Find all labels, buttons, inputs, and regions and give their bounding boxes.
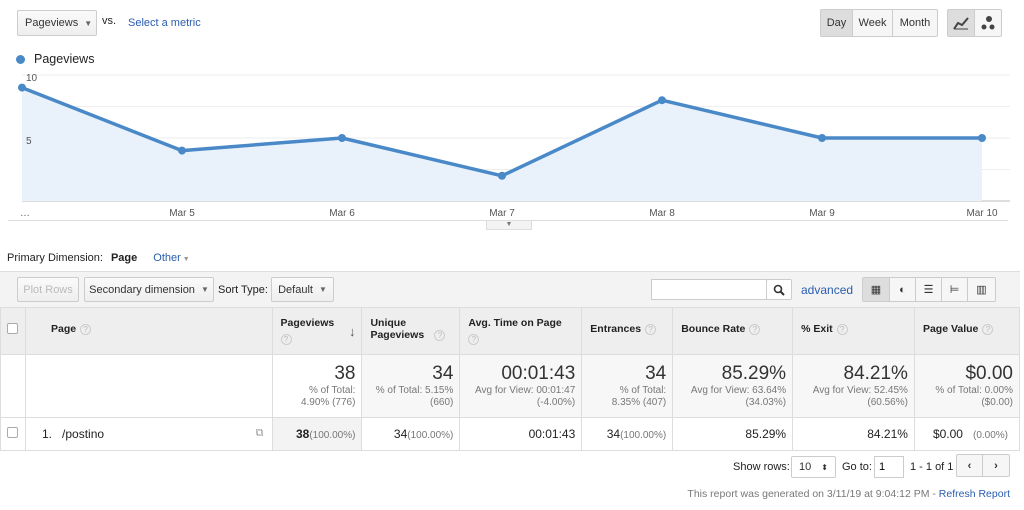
data-point	[498, 171, 506, 180]
dimension-other[interactable]: Other ▼	[153, 252, 189, 264]
header-page[interactable]: Page?	[24, 307, 273, 355]
open-page-icon[interactable]: ⧉	[256, 427, 264, 440]
x-tick-label: Mar 7	[489, 208, 515, 219]
report-generated: This report was generated on 3/11/19 at …	[687, 488, 1010, 500]
data-point	[18, 83, 26, 92]
primary-dimension: Primary Dimension: Page Other ▼	[7, 252, 190, 264]
help-icon[interactable]: ?	[468, 334, 480, 345]
period-toggle: Day Week Month	[820, 9, 938, 37]
total-pageviews: 38% of Total: 4.90% (776)	[271, 354, 363, 418]
day-button[interactable]: Day	[821, 10, 853, 36]
totals-row: 38% of Total: 4.90% (776) 34% of Total: 5…	[0, 354, 1021, 418]
data-point	[818, 134, 826, 142]
x-tick-label: Mar 6	[329, 208, 355, 219]
bar-icon[interactable]: ☰	[916, 278, 942, 301]
select-all-checkbox[interactable]	[7, 323, 18, 334]
data-table: Page? Pageviews? ↓ Unique Pageviews? Avg.…	[0, 307, 1021, 451]
pie-icon[interactable]: ◐	[890, 278, 916, 301]
total-bounce: 85.29% Avg for View: 63.64% (34.03%)	[672, 354, 794, 418]
sort-type-select[interactable]: Default ▼	[271, 277, 334, 302]
header-exit[interactable]: % Exit?	[792, 307, 915, 355]
x-tick-label: Mar 9	[809, 208, 835, 219]
header-pageviews[interactable]: Pageviews? ↓	[271, 307, 363, 355]
chevron-down-icon: ▼	[84, 18, 93, 28]
help-icon[interactable]: ?	[749, 324, 761, 335]
help-icon[interactable]: ?	[280, 334, 292, 345]
search-button[interactable]	[766, 279, 792, 300]
plot-rows-button[interactable]: Plot Rows	[17, 277, 79, 302]
total-entrances: 34% of Total: 8.35% (407)	[581, 354, 674, 418]
help-icon[interactable]: ?	[434, 330, 446, 341]
total-page-value: $0.00% of Total: 0.00% ($0.00)	[913, 354, 1021, 418]
motion-chart-icon[interactable]	[975, 10, 1001, 36]
next-page-button[interactable]: ›	[983, 455, 1009, 476]
header-bounce-rate[interactable]: Bounce Rate?	[672, 307, 794, 355]
y-tick-label: 10	[26, 73, 38, 84]
goto-label: Go to:	[842, 461, 872, 473]
data-point	[658, 96, 666, 105]
data-point	[338, 134, 346, 142]
sort-desc-icon: ↓	[348, 324, 356, 339]
chart-legend: Pageviews	[16, 52, 94, 66]
x-tick-label: Mar 5	[169, 208, 195, 219]
metric-select[interactable]: Pageviews ▼	[17, 10, 97, 36]
table-header: Page? Pageviews? ↓ Unique Pageviews? Avg.…	[0, 307, 1021, 355]
header-avg-time[interactable]: Avg. Time on Page?	[459, 307, 583, 355]
pagination-range: 1 - 1 of 1	[910, 461, 954, 473]
help-icon[interactable]: ?	[645, 324, 657, 335]
show-rows-label: Show rows:	[733, 461, 790, 473]
x-tick-label: Mar 10	[966, 208, 998, 219]
goto-input[interactable]	[874, 456, 904, 478]
total-exit: 84.21% Avg for View: 52.45% (60.56%)	[792, 354, 915, 418]
total-unique: 34% of Total: 5.15% (660)	[361, 354, 461, 418]
header-page-value[interactable]: Page Value?	[913, 307, 1021, 355]
divider	[8, 220, 1008, 221]
view-toggle: ▦ ◐ ☰ ⊨ ▥	[862, 277, 996, 302]
search-input[interactable]	[651, 279, 767, 300]
data-point	[978, 134, 986, 142]
x-tick-label: Mar 8	[649, 208, 675, 219]
chart-mode-toggle	[947, 9, 1002, 37]
header-unique-pageviews[interactable]: Unique Pageviews?	[361, 307, 461, 355]
comparison-icon[interactable]: ⊨	[942, 278, 968, 301]
legend-dot-icon	[16, 54, 25, 64]
pivot-icon[interactable]: ▥	[968, 278, 995, 301]
row-checkbox[interactable]	[7, 427, 19, 438]
prev-page-button[interactable]: ‹	[957, 455, 983, 476]
table-row: 1. /postino ⧉ 38(100.00%) 34(100.00%) 00:…	[0, 417, 1021, 451]
total-avg-time: 00:01:43 Avg for View: 00:01:47 (-4.00%)	[459, 354, 583, 418]
pagination-buttons: ‹ ›	[956, 454, 1010, 477]
week-button[interactable]: Week	[853, 10, 893, 36]
help-icon[interactable]: ?	[80, 324, 92, 335]
month-button[interactable]: Month	[893, 10, 937, 36]
table-icon[interactable]: ▦	[863, 278, 890, 301]
y-tick-label: 5	[26, 136, 32, 147]
data-point	[178, 146, 186, 155]
refresh-report-link[interactable]: Refresh Report	[939, 488, 1010, 500]
page-link[interactable]: /postino	[62, 427, 104, 441]
dimension-page[interactable]: Page	[111, 252, 137, 264]
header-entrances[interactable]: Entrances?	[581, 307, 674, 355]
help-icon[interactable]: ?	[836, 324, 848, 335]
chart-expand-handle[interactable]: ▼	[486, 220, 532, 230]
show-rows-select[interactable]: 10 ⬍	[791, 456, 836, 478]
help-icon[interactable]: ?	[982, 324, 994, 335]
search-icon	[773, 284, 785, 296]
secondary-dimension-select[interactable]: Secondary dimension ▼	[84, 277, 214, 302]
select-metric-link[interactable]: Select a metric	[128, 17, 201, 29]
line-chart-icon[interactable]	[948, 10, 975, 36]
x-tick-label: …	[20, 208, 30, 219]
advanced-link[interactable]: advanced	[801, 283, 853, 297]
pageviews-chart: 10 5 … Mar 5 Mar 6 Mar 7 Mar 8 Mar 9 Mar 10	[18, 73, 1010, 219]
vs-label: vs.	[102, 15, 117, 27]
sort-type-label: Sort Type:	[218, 284, 268, 296]
